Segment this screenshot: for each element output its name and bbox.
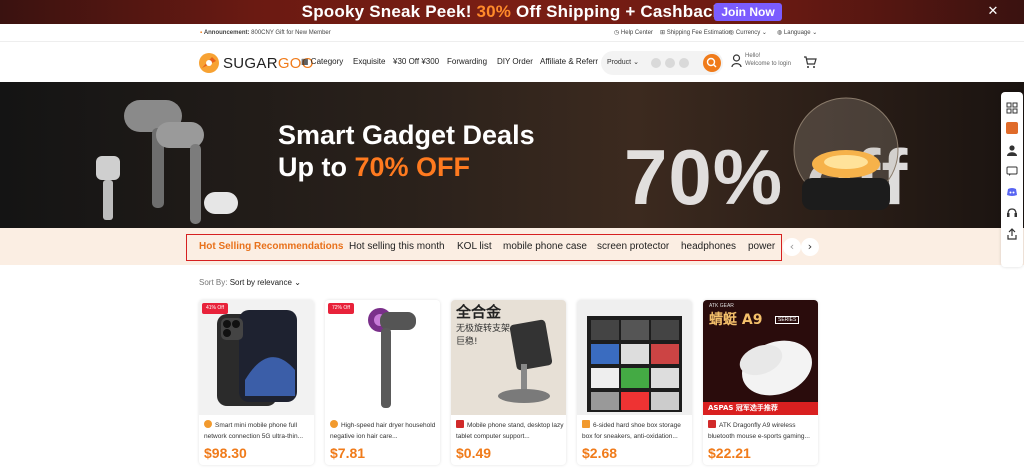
tabs-next-arrow-icon[interactable]: › [801, 238, 819, 256]
search-scope-select[interactable]: Product ⌄ [607, 51, 639, 75]
product-price: $22.21 [708, 445, 751, 461]
product-price: $7.81 [330, 445, 366, 461]
discount-badge: 41% Off [202, 303, 228, 314]
product-title[interactable]: Smart mini mobile phone full network con… [204, 420, 312, 442]
tab-power[interactable]: power [748, 235, 775, 259]
product-price: $98.30 [204, 445, 247, 461]
game-thumbnail-icon[interactable] [1006, 122, 1018, 134]
store-icon [204, 420, 212, 428]
product-card[interactable]: 72% Off High-speed hair dryer household … [325, 300, 440, 465]
search-button[interactable] [703, 54, 721, 72]
product-title[interactable]: High-speed hair dryer household negative… [330, 420, 438, 442]
product-title[interactable]: Mobile phone stand, desktop lazy tablet … [456, 420, 564, 442]
share-icon[interactable] [1006, 228, 1018, 240]
phone-image [217, 310, 297, 406]
floating-sidebar [1001, 92, 1023, 267]
discord-icon[interactable] [1006, 186, 1018, 198]
product-card[interactable]: 6-sided hard shoe box storage box for sn… [577, 300, 692, 465]
category-icon: ▦ [301, 57, 309, 66]
category-tabs: Hot Selling Recommendations Hot selling … [186, 234, 782, 261]
product-image[interactable]: 全合金 无极旋转支架 巨稳! [451, 300, 566, 415]
hero-banner[interactable]: Smart Gadget Deals Up to 70% OFF 70% off [0, 82, 1024, 228]
banner-subheadline: Up to 70% OFF [278, 152, 471, 182]
store-icon [708, 420, 716, 428]
currency-select[interactable]: ◎ Currency ⌄ [729, 24, 767, 42]
announcement-icon: ▪ [200, 30, 203, 36]
nav-affiliate[interactable]: Affiliate & Referr [540, 42, 598, 82]
product-image[interactable]: 41% Off [199, 300, 314, 415]
product-title[interactable]: ATK Dragonfly A9 wireless bluetooth mous… [708, 420, 816, 442]
tab-hot-selling-month[interactable]: Hot selling this month [349, 235, 445, 259]
banner-headline: Smart Gadget Deals [278, 120, 535, 150]
tab-headphones[interactable]: headphones [681, 235, 736, 259]
product-price: $0.49 [456, 445, 492, 461]
search-icon [706, 57, 717, 68]
promo-banner[interactable]: Spooky Sneak Peek! 30% Off Shipping + Ca… [0, 0, 1024, 24]
product-image[interactable] [577, 300, 692, 415]
announcement[interactable]: ▪ Announcement: 800CNY Gift for New Memb… [200, 24, 331, 42]
nav-forwarding[interactable]: Forwarding [447, 42, 487, 82]
store-icon [330, 420, 338, 428]
nav-discount[interactable]: ¥30 Off ¥300 [393, 42, 439, 82]
shoe-box-image [587, 316, 682, 412]
hair-dryer-image [368, 308, 416, 408]
nav-diy-order[interactable]: DIY Order [497, 42, 533, 82]
speaker-image [793, 97, 899, 210]
hair-dryer-image [96, 100, 238, 224]
nav-exquisite[interactable]: Exquisite [353, 42, 385, 82]
shipping-estimation-link[interactable]: ⊞ Shipping Fee Estimation [660, 24, 732, 42]
main-header: SUGARGOO ▦ Category Exquisite ¥30 Off ¥3… [0, 42, 1024, 82]
cart-icon[interactable] [803, 55, 817, 69]
tabs-prev-arrow-icon[interactable]: ‹ [783, 238, 801, 256]
tab-mobile-phone-case[interactable]: mobile phone case [503, 235, 587, 259]
sort-select[interactable]: Sort By: Sort by relevance ⌄ [199, 278, 301, 287]
user-icon [731, 54, 742, 68]
search-bar[interactable]: Product ⌄ [601, 51, 723, 75]
tab-hot-selling-recommendations[interactable]: Hot Selling Recommendations [199, 235, 343, 259]
chat-icon[interactable] [1006, 165, 1018, 177]
discount-badge: 72% Off [328, 303, 354, 314]
product-image[interactable]: ATK GEAR 蜻蜓 A9 SERIES ASPAS 冠军选手推荐 [703, 300, 818, 415]
tab-kol-list[interactable]: KOL list [457, 235, 492, 259]
mouse-image [739, 340, 812, 396]
store-icon [582, 420, 590, 428]
close-icon[interactable]: ✕ [986, 5, 1000, 19]
phone-stand-image [498, 319, 553, 403]
grid-icon[interactable] [1006, 102, 1018, 114]
nav-category[interactable]: ▦ Category [301, 42, 343, 82]
product-title[interactable]: 6-sided hard shoe box storage box for sn… [582, 420, 690, 442]
tab-screen-protector[interactable]: screen protector [597, 235, 669, 259]
product-price: $2.68 [582, 445, 618, 461]
search-option-icon[interactable] [679, 58, 689, 68]
logo-mark-icon [199, 53, 219, 73]
help-center-link[interactable]: ◷ Help Center [614, 24, 653, 42]
product-image[interactable]: 72% Off [325, 300, 440, 415]
promo-text: Spooky Sneak Peek! 30% Off Shipping + Ca… [301, 2, 723, 21]
search-option-icon[interactable] [651, 58, 661, 68]
user-icon[interactable] [1006, 144, 1018, 156]
store-icon [456, 420, 464, 428]
product-card[interactable]: 41% Off Smart mini mobile phone full net… [199, 300, 314, 465]
product-card[interactable]: 全合金 无极旋转支架 巨稳! Mobile phone stand, deskt… [451, 300, 566, 465]
language-select[interactable]: ◍ Language ⌄ [777, 24, 817, 42]
product-card[interactable]: ATK GEAR 蜻蜓 A9 SERIES ASPAS 冠军选手推荐 ATK D… [703, 300, 818, 465]
headset-icon[interactable] [1006, 207, 1018, 219]
search-option-icon[interactable] [665, 58, 675, 68]
utility-bar: ▪ Announcement: 800CNY Gift for New Memb… [0, 24, 1024, 42]
join-now-button[interactable]: Join Now [714, 3, 782, 21]
